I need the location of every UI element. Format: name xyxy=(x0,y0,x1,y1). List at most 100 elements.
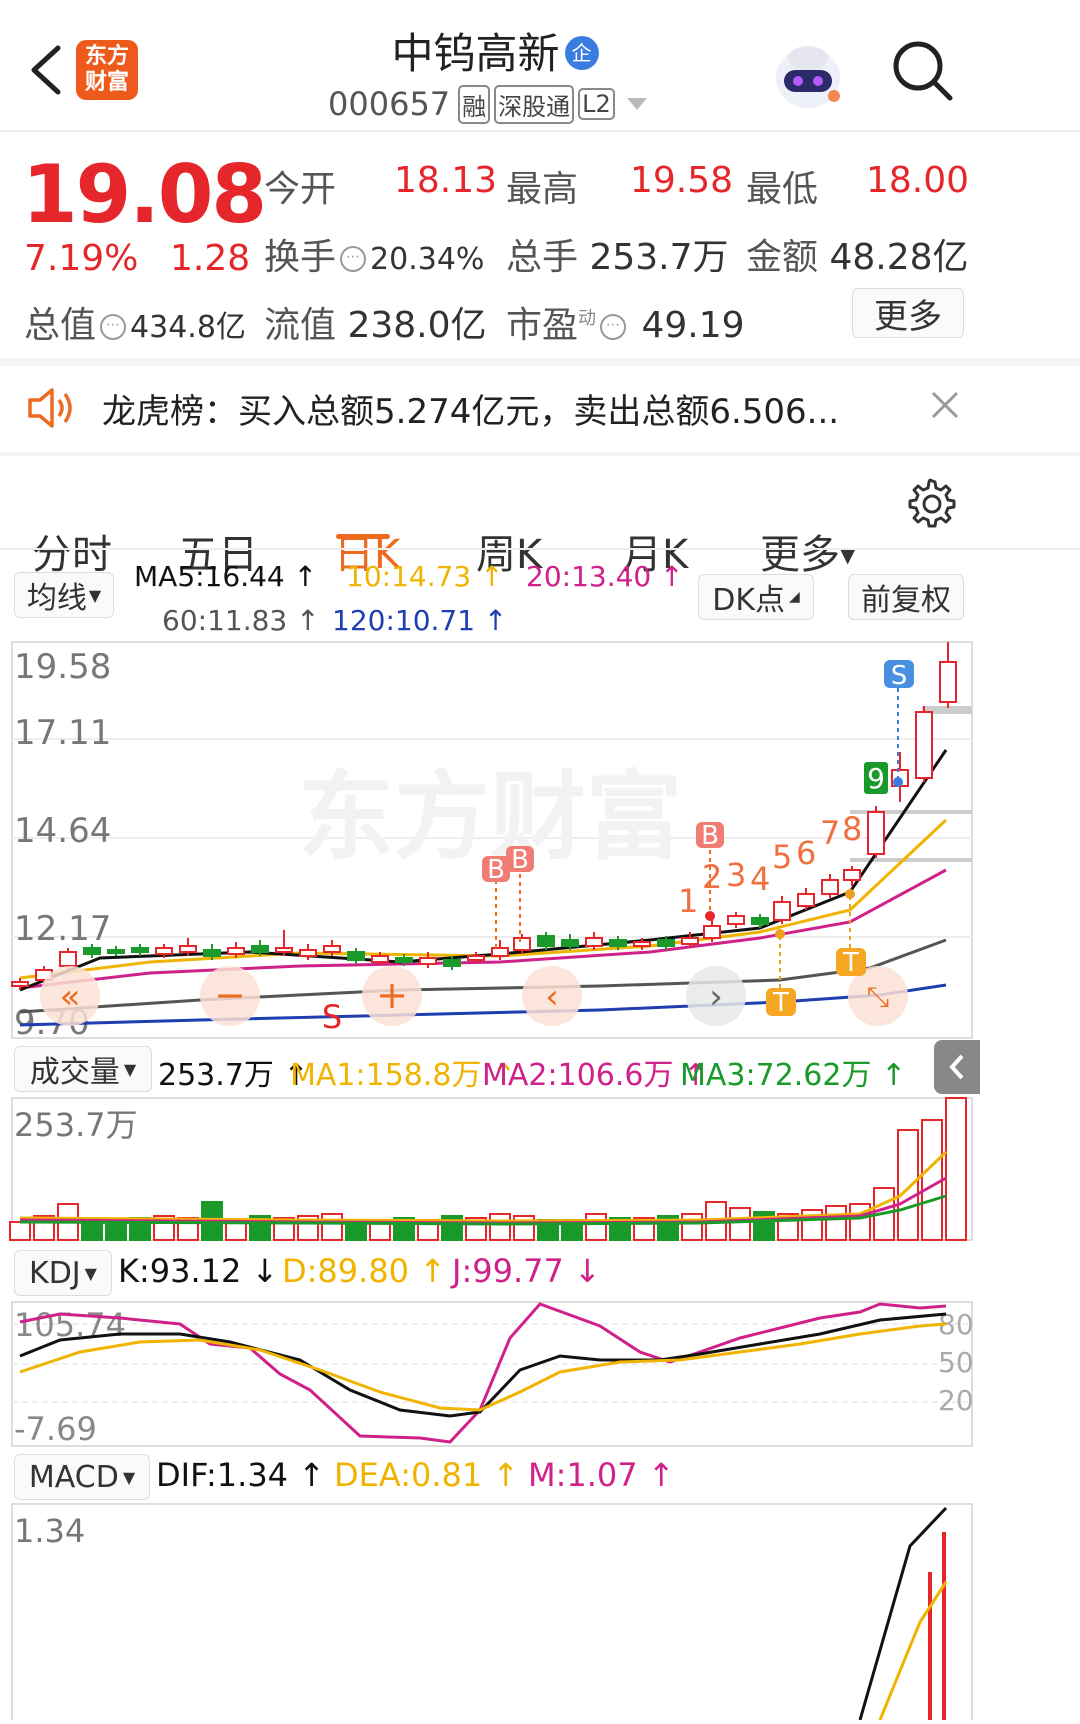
candle-body xyxy=(323,945,341,953)
float-row: 流值 238.0亿 xyxy=(264,296,487,348)
macd-selector[interactable]: MACD ▼ xyxy=(14,1454,150,1500)
kline-chart[interactable]: 东方财富 19.58 17.11 14.64 12.17 9.70 « − + … xyxy=(0,640,1080,1043)
dropdown-triangle-icon[interactable] xyxy=(626,98,647,110)
tab-more[interactable]: 更多▼ xyxy=(760,522,855,580)
mktcap-label: 总值 xyxy=(24,305,97,346)
kdj-d: D:89.80 ↑ xyxy=(282,1252,447,1290)
candle-body xyxy=(155,947,173,955)
kdj-selector[interactable]: KDJ ▼ xyxy=(14,1250,112,1296)
collapse-side-panel-button[interactable] xyxy=(934,1040,980,1094)
volume-bar xyxy=(729,1207,751,1241)
candle-body xyxy=(443,959,461,967)
kdj-k: K:93.12 ↓ xyxy=(118,1252,279,1290)
amount-value: 48.28亿 xyxy=(829,237,969,278)
candle-body xyxy=(131,947,149,953)
chart-settings-button[interactable] xyxy=(904,476,956,528)
stock-title: 中钨高新 企 xyxy=(330,20,660,81)
y-label-2: 17.11 xyxy=(14,713,111,753)
volume-ma3: MA3:72.62万 ↑ xyxy=(680,1058,907,1093)
caret-down-icon: ▼ xyxy=(84,1263,97,1283)
seq-7: 7 xyxy=(820,814,840,852)
candle-body xyxy=(773,901,791,921)
back-button[interactable] xyxy=(22,40,72,100)
candle-body xyxy=(939,661,957,703)
notice-text[interactable]: 龙虎榜：买入总额5.274亿元，卖出总额6.506... xyxy=(102,384,839,433)
info-icon[interactable]: ⋯ xyxy=(340,246,367,272)
info-icon[interactable]: ⋯ xyxy=(100,314,127,340)
macd-dea: DEA:0.81 ↑ xyxy=(334,1456,520,1494)
macd-y-top: 1.34 xyxy=(14,1512,85,1550)
pe-row: 市盈动 ⋯ 49.19 xyxy=(506,296,745,348)
low-label: 最低 xyxy=(746,169,819,210)
close-notice-button[interactable] xyxy=(930,390,960,420)
candle-body xyxy=(419,957,437,965)
adjust-button[interactable]: 前复权 xyxy=(848,574,964,620)
candle-body xyxy=(251,945,269,953)
macd-selector-label: MACD xyxy=(28,1459,119,1495)
turnover-value: 20.34% xyxy=(370,242,485,277)
signal-t-1: T xyxy=(772,988,789,1018)
y-label-top: 19.58 xyxy=(14,647,111,687)
chevron-left-icon xyxy=(31,45,61,95)
signal-b-2: B xyxy=(511,845,529,875)
mktcap-row: 总值 ⋯ 434.8亿 xyxy=(24,296,246,348)
candle-body xyxy=(537,935,555,947)
chevron-right-icon: › xyxy=(709,977,723,1017)
candle-body xyxy=(513,937,531,951)
brand-logo: 东方 财富 xyxy=(76,40,138,100)
signal-s-blue: S xyxy=(891,661,908,691)
volume-bar xyxy=(897,1129,919,1241)
candle-body xyxy=(561,939,579,947)
indicator-selector[interactable]: 均线 ▼ xyxy=(14,572,114,618)
candle-body xyxy=(395,957,413,963)
volume-chart[interactable]: 253.7万 xyxy=(0,1096,1080,1242)
kdj-level-20: 20 xyxy=(938,1384,974,1417)
caret-down-icon: ▼ xyxy=(840,543,856,567)
dk-point-label: DK点 xyxy=(712,583,785,618)
candle-body xyxy=(347,951,365,961)
volume-now: 253.7万 ↑ xyxy=(158,1058,309,1093)
tag-l2: L2 xyxy=(578,88,615,120)
stock-name: 中钨高新 xyxy=(391,29,560,78)
seq-4: 4 xyxy=(750,860,770,898)
ma5-value: MA5:16.44 ↑ xyxy=(134,560,318,593)
candle-body xyxy=(203,949,221,957)
seq-8: 8 xyxy=(842,810,862,848)
volume-y-label: 253.7万 xyxy=(14,1106,138,1144)
high-value: 19.58 xyxy=(630,160,734,201)
macd-chart[interactable]: 1.34 xyxy=(0,1502,1080,1724)
close-icon xyxy=(931,391,959,419)
chevron-left-icon xyxy=(949,1054,964,1080)
volume-selector-label: 成交量 xyxy=(29,1055,120,1090)
kdj-selector-label: KDJ xyxy=(29,1255,81,1291)
search-button[interactable] xyxy=(890,38,956,104)
candle-body xyxy=(107,949,125,954)
candle-body xyxy=(299,949,317,957)
turnover-row: 换手 ⋯ 20.34% xyxy=(264,228,484,280)
candle-body xyxy=(703,925,721,939)
candle-body xyxy=(821,879,839,895)
high-label: 最高 xyxy=(506,169,579,210)
double-chevron-left-icon: « xyxy=(60,977,81,1017)
amount-row: 金额 48.28亿 xyxy=(746,228,969,280)
candle-body xyxy=(179,945,197,953)
macd-dif: DIF:1.34 ↑ xyxy=(156,1456,326,1494)
more-quote-button[interactable]: 更多 xyxy=(852,288,964,338)
float-label: 流值 xyxy=(264,305,337,346)
candle-body xyxy=(751,917,769,925)
current-price: 19.08 xyxy=(22,148,267,241)
kdj-level-50: 50 xyxy=(938,1346,974,1379)
info-icon[interactable]: ⋯ xyxy=(600,314,627,340)
robot-assistant-icon[interactable] xyxy=(770,38,846,114)
open-value: 18.13 xyxy=(394,160,498,201)
volume-label: 总手 xyxy=(506,237,579,278)
volume-value: 253.7万 xyxy=(589,237,729,278)
seq-5: 5 xyxy=(772,838,792,876)
candle-body xyxy=(727,915,745,925)
gear-icon xyxy=(908,478,956,528)
dk-point-button[interactable]: DK点 ◢ xyxy=(698,574,814,620)
open-label: 今开 xyxy=(264,169,337,210)
kdj-chart[interactable]: 105.74 -7.69 80 50 20 xyxy=(0,1300,1080,1448)
volume-selector[interactable]: 成交量 ▼ xyxy=(14,1046,152,1092)
kdj-j: J:99.77 ↓ xyxy=(452,1252,601,1290)
